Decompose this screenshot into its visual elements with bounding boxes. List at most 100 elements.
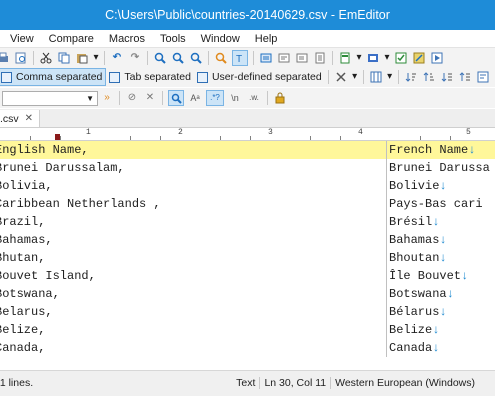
window-list-dropdown-icon[interactable]: ▾ xyxy=(356,51,362,65)
undo-icon[interactable]: ↶ xyxy=(110,51,124,65)
find-search-icon[interactable] xyxy=(168,90,184,106)
find-icon[interactable] xyxy=(153,51,167,65)
clear-find-icon[interactable]: ⊘ xyxy=(125,91,139,105)
status-position[interactable]: Ln 30, Col 11 xyxy=(259,377,330,389)
cell-french-name[interactable]: Bolivie↓ xyxy=(389,179,447,193)
cell-english-name[interactable]: Bolivia, xyxy=(0,179,53,193)
text-editor[interactable]: English Name, French Name↓ Brunei Daruss… xyxy=(0,141,495,357)
table-row[interactable]: Botswana, Botswana↓ xyxy=(0,285,495,303)
menu-tools[interactable]: Tools xyxy=(160,33,186,45)
sort-number-asc-icon[interactable] xyxy=(440,70,454,84)
cell-french-name[interactable]: Bélarus↓ xyxy=(389,305,447,319)
regex-icon[interactable]: .*? xyxy=(206,90,224,106)
wrap-chars-icon[interactable] xyxy=(277,51,291,65)
redo-icon[interactable]: ↷ xyxy=(128,51,142,65)
tsv-grid-icon xyxy=(109,71,121,83)
csv-tools-dropdown-icon[interactable]: ▾ xyxy=(352,70,358,84)
comma-separated-button[interactable]: Comma separated xyxy=(0,68,107,86)
match-case-icon[interactable]: Aᵃ xyxy=(188,91,202,105)
wrap-page-icon[interactable] xyxy=(313,51,327,65)
wrap-none-icon[interactable] xyxy=(259,51,273,65)
cell-english-name[interactable]: Canada, xyxy=(0,341,45,355)
menu-window[interactable]: Window xyxy=(201,33,240,45)
table-row[interactable]: Belize, Belize↓ xyxy=(0,321,495,339)
macro-run-icon[interactable] xyxy=(430,51,444,65)
copy-icon[interactable] xyxy=(57,51,71,65)
find-prev-icon[interactable] xyxy=(189,51,203,65)
replace-icon[interactable] xyxy=(214,51,228,65)
cell-french-name[interactable]: Brunei Darussa xyxy=(389,161,490,175)
column-icon[interactable] xyxy=(369,70,383,84)
cell-english-name[interactable]: Brazil, xyxy=(0,215,45,229)
menu-macros[interactable]: Macros xyxy=(109,33,145,45)
table-row[interactable]: Bolivia, Bolivie↓ xyxy=(0,177,495,195)
cell-french-name[interactable]: Île Bouvet↓ xyxy=(389,269,468,283)
cell-english-name[interactable]: Bahamas, xyxy=(0,233,53,247)
find-options-icon[interactable]: » xyxy=(100,91,114,105)
menu-view[interactable]: View xyxy=(10,33,34,45)
table-row[interactable]: Brunei Darussalam, Brunei Darussa xyxy=(0,159,495,177)
cell-french-name[interactable]: Botswana↓ xyxy=(389,287,454,301)
cell-english-name[interactable]: Belarus, xyxy=(0,305,53,319)
cell-english-name[interactable]: Brunei Darussalam, xyxy=(0,161,125,175)
macro-icon[interactable] xyxy=(394,51,408,65)
config-dropdown-icon[interactable]: ▾ xyxy=(384,51,390,65)
lock-icon[interactable] xyxy=(273,91,287,105)
table-row[interactable]: Bhutan, Bhoutan↓ xyxy=(0,249,495,267)
close-tab-icon[interactable]: ✕ xyxy=(25,113,33,124)
sort-ascending-icon[interactable] xyxy=(404,70,418,84)
cell-french-name[interactable]: Bhoutan↓ xyxy=(389,251,447,265)
cell-english-name[interactable]: Bouvet Island, xyxy=(0,269,96,283)
cell-french-name[interactable]: Canada↓ xyxy=(389,341,439,355)
tab-countries-csv[interactable]: .csv ✕ xyxy=(0,110,41,127)
column-separator[interactable] xyxy=(386,141,387,357)
csv-tools-icon[interactable] xyxy=(334,70,348,84)
paste-dropdown-icon[interactable]: ▾ xyxy=(93,51,99,65)
window-list-icon[interactable] xyxy=(338,51,352,65)
config-icon[interactable] xyxy=(366,51,380,65)
cell-french-name[interactable]: Pays-Bas cari xyxy=(389,197,483,211)
wrap-window-icon[interactable] xyxy=(295,51,309,65)
status-encoding[interactable]: Western European (Windows) xyxy=(330,377,479,389)
whole-word-icon[interactable]: .w. xyxy=(246,91,262,105)
highlight-icon[interactable]: T xyxy=(232,50,248,66)
sort-number-desc-icon[interactable] xyxy=(458,70,472,84)
cell-english-name[interactable]: Bhutan, xyxy=(0,251,45,265)
sort-length-icon[interactable] xyxy=(476,70,490,84)
table-row[interactable]: Bahamas, Bahamas↓ xyxy=(0,231,495,249)
find-dropdown-icon[interactable]: ▼ xyxy=(86,94,94,103)
find-previous-arrow-icon[interactable]: ✕ xyxy=(143,91,157,105)
table-row[interactable]: English Name, French Name↓ xyxy=(0,141,495,159)
menu-bar: View Compare Macros Tools Window Help xyxy=(0,30,495,47)
cell-english-name[interactable]: English Name, xyxy=(0,143,89,157)
tab-separated-button[interactable]: Tab separated xyxy=(106,69,194,85)
cell-french-name[interactable]: Bahamas↓ xyxy=(389,233,447,247)
paste-icon[interactable] xyxy=(75,51,89,65)
status-mode[interactable]: Text xyxy=(232,377,259,389)
title-bar: C:\Users\Public\countries-20140629.csv -… xyxy=(0,0,495,30)
table-row[interactable]: Caribbean Netherlands , Pays-Bas cari xyxy=(0,195,495,213)
cell-english-name[interactable]: Caribbean Netherlands , xyxy=(0,197,161,211)
table-row[interactable]: Bouvet Island, Île Bouvet↓ xyxy=(0,267,495,285)
column-dropdown-icon[interactable]: ▾ xyxy=(387,70,393,84)
table-row[interactable]: Belarus, Bélarus↓ xyxy=(0,303,495,321)
status-fields: Text Ln 30, Col 11 Western European (Win… xyxy=(232,377,479,389)
table-row[interactable]: Brazil, Brésil↓ xyxy=(0,213,495,231)
cell-french-name[interactable]: French Name↓ xyxy=(389,143,475,157)
find-input[interactable]: ▼ xyxy=(2,90,98,106)
menu-help[interactable]: Help xyxy=(255,33,278,45)
cell-english-name[interactable]: Belize, xyxy=(0,323,45,337)
menu-compare[interactable]: Compare xyxy=(49,33,94,45)
cut-icon[interactable] xyxy=(39,51,53,65)
cell-french-name[interactable]: Belize↓ xyxy=(389,323,439,337)
print-preview-icon[interactable] xyxy=(14,51,28,65)
escape-sequence-icon[interactable]: \n xyxy=(228,91,242,105)
macro-edit-icon[interactable] xyxy=(412,51,426,65)
print-icon[interactable] xyxy=(0,51,10,65)
table-row[interactable]: Canada, Canada↓ xyxy=(0,339,495,357)
sort-descending-icon[interactable] xyxy=(422,70,436,84)
cell-english-name[interactable]: Botswana, xyxy=(0,287,60,301)
user-defined-separated-button[interactable]: User-defined separated xyxy=(194,69,325,85)
cell-french-name[interactable]: Brésil↓ xyxy=(389,215,439,229)
find-next-icon[interactable] xyxy=(171,51,185,65)
